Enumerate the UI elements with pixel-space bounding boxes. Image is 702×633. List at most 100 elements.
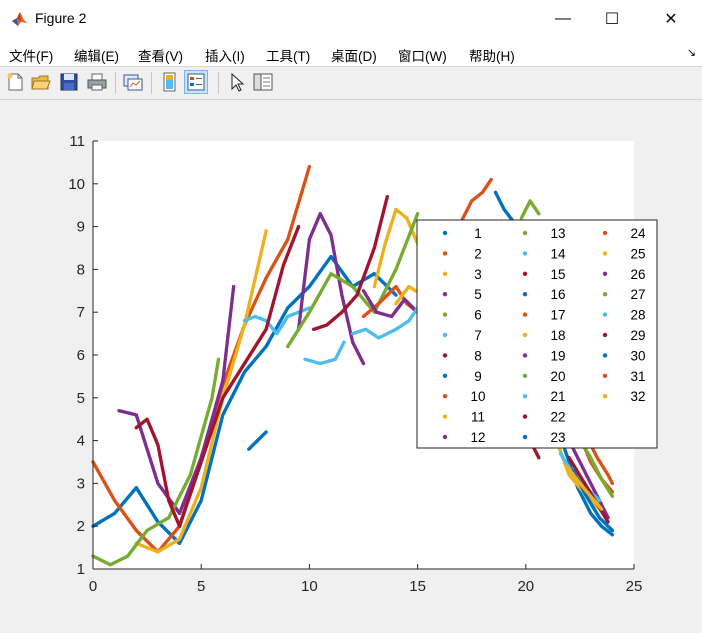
legend-marker bbox=[522, 292, 528, 297]
y-tick-label: 11 bbox=[69, 133, 85, 150]
minimize-button[interactable]: — bbox=[540, 0, 586, 38]
dock-icon[interactable]: ↘ bbox=[687, 46, 696, 59]
y-tick-label: 8 bbox=[77, 261, 85, 278]
legend-marker bbox=[522, 230, 528, 236]
legend-label: 20 bbox=[550, 369, 565, 384]
legend-icon[interactable] bbox=[184, 70, 208, 94]
y-tick-label: 10 bbox=[68, 176, 85, 193]
menu-view[interactable]: 查看(V) bbox=[138, 45, 183, 65]
data-point bbox=[597, 498, 602, 503]
legend-marker bbox=[522, 394, 528, 399]
legend-label: 8 bbox=[474, 348, 482, 363]
save-icon[interactable] bbox=[58, 71, 80, 93]
legend-marker bbox=[602, 251, 608, 256]
open-icon[interactable] bbox=[30, 71, 52, 93]
x-tick-label: 15 bbox=[409, 578, 426, 595]
legend-marker bbox=[442, 414, 448, 419]
legend-label: 10 bbox=[470, 389, 485, 404]
legend-marker bbox=[522, 414, 528, 419]
menu-desktop[interactable]: 桌面(D) bbox=[331, 45, 377, 65]
toolbar bbox=[0, 67, 702, 100]
legend-label: 2 bbox=[474, 246, 482, 261]
print-icon[interactable] bbox=[86, 71, 108, 93]
legend-label: 31 bbox=[630, 369, 645, 384]
legend-label: 19 bbox=[550, 348, 565, 363]
menu-window[interactable]: 窗口(W) bbox=[398, 45, 447, 65]
close-icon: ✕ bbox=[664, 11, 678, 28]
data-point bbox=[489, 177, 493, 182]
legend-marker bbox=[442, 292, 448, 297]
legend-marker bbox=[442, 230, 448, 236]
data-point bbox=[264, 229, 268, 233]
legend-marker bbox=[442, 271, 448, 276]
toolbar-separator bbox=[151, 72, 152, 94]
legend-label: 15 bbox=[550, 267, 565, 282]
link-plot-icon[interactable] bbox=[122, 71, 144, 93]
legend-marker bbox=[602, 230, 608, 236]
legend-marker bbox=[602, 271, 608, 276]
legend-label: 13 bbox=[550, 226, 565, 241]
legend-label: 3 bbox=[474, 267, 482, 282]
menu-insert[interactable]: 插入(I) bbox=[205, 45, 245, 65]
menu-file[interactable]: 文件(F) bbox=[9, 45, 53, 65]
legend-label: 1 bbox=[474, 226, 482, 241]
legend-label: 11 bbox=[471, 410, 485, 425]
menu-tools[interactable]: 工具(T) bbox=[266, 45, 310, 65]
x-tick-label: 0 bbox=[89, 578, 97, 595]
legend-label: 21 bbox=[550, 389, 565, 404]
close-button[interactable]: ✕ bbox=[648, 0, 694, 38]
legend-marker bbox=[602, 373, 608, 378]
property-inspector-icon[interactable] bbox=[252, 71, 274, 93]
legend-marker bbox=[522, 332, 528, 338]
legend-label: 26 bbox=[630, 267, 645, 282]
maximize-icon: ☐ bbox=[604, 11, 620, 28]
legend-marker bbox=[442, 373, 448, 378]
data-point bbox=[610, 528, 615, 533]
x-tick-label: 20 bbox=[517, 578, 534, 595]
legend-marker bbox=[442, 312, 448, 317]
data-point bbox=[610, 533, 615, 537]
y-tick-label: 1 bbox=[77, 561, 85, 578]
pointer-icon[interactable] bbox=[226, 71, 248, 93]
legend-label: 23 bbox=[550, 430, 565, 445]
legend-marker bbox=[602, 353, 608, 358]
legend-marker bbox=[602, 332, 608, 338]
x-tick-label: 10 bbox=[301, 578, 318, 595]
data-point bbox=[537, 212, 541, 216]
data-point bbox=[599, 507, 604, 511]
menu-bar: 文件(F) 编辑(E) 查看(V) 插入(I) 工具(T) 桌面(D) 窗口(W… bbox=[0, 38, 702, 67]
title-bar: Figure 2 — ☐ ✕ bbox=[0, 0, 702, 38]
legend-marker bbox=[522, 434, 528, 440]
legend-label: 32 bbox=[630, 389, 645, 404]
data-point bbox=[361, 361, 366, 366]
window-title: Figure 2 bbox=[35, 10, 87, 26]
legend-label: 17 bbox=[550, 308, 565, 323]
toolbar-separator bbox=[218, 72, 219, 94]
legend-box bbox=[416, 219, 658, 449]
data-point bbox=[296, 224, 301, 229]
new-figure-icon[interactable] bbox=[4, 71, 26, 93]
menu-edit[interactable]: 编辑(E) bbox=[74, 45, 119, 65]
data-point bbox=[342, 340, 346, 344]
legend-label: 24 bbox=[630, 226, 646, 241]
y-tick-label: 3 bbox=[77, 475, 85, 492]
legend-marker bbox=[522, 373, 528, 378]
y-tick-label: 7 bbox=[77, 304, 85, 321]
data-point bbox=[415, 212, 420, 216]
legend-label: 6 bbox=[474, 308, 482, 323]
legend-marker bbox=[522, 251, 528, 256]
menu-help[interactable]: 帮助(H) bbox=[469, 45, 515, 65]
legend-label: 9 bbox=[474, 369, 482, 384]
legend-label: 30 bbox=[630, 348, 645, 363]
legend-marker bbox=[442, 332, 448, 338]
matlab-icon bbox=[12, 12, 28, 26]
minimize-icon: — bbox=[555, 10, 571, 27]
colorbar-icon[interactable] bbox=[159, 71, 181, 93]
legend-label: 7 bbox=[474, 328, 482, 343]
maximize-button[interactable]: ☐ bbox=[589, 0, 635, 38]
legend-marker bbox=[602, 394, 608, 399]
y-tick-label: 4 bbox=[77, 433, 85, 450]
data-point bbox=[394, 293, 398, 297]
x-tick-label: 5 bbox=[197, 578, 205, 595]
legend-marker bbox=[442, 251, 448, 256]
